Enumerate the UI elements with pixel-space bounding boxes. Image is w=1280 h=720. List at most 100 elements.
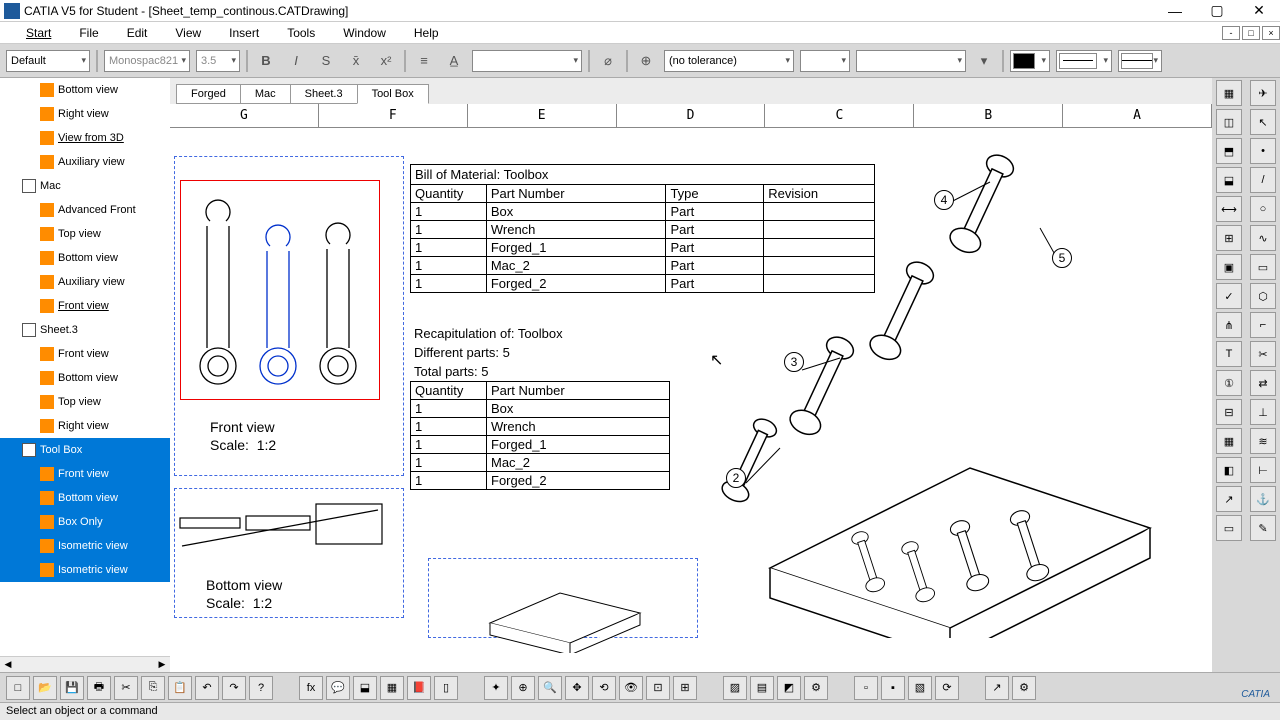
- overline-button[interactable]: x̄: [344, 49, 368, 73]
- drawing-canvas[interactable]: GFEDCBA: [170, 104, 1212, 672]
- close-button[interactable]: ✕: [1238, 0, 1280, 22]
- menu-edit[interactable]: Edit: [113, 24, 162, 42]
- tree-item[interactable]: Bottom view: [0, 246, 170, 270]
- sheet-ed-button[interactable]: ▧: [908, 676, 932, 700]
- option-button[interactable]: ⚙: [1012, 676, 1036, 700]
- redo-button[interactable]: ↷: [222, 676, 246, 700]
- menu-tools[interactable]: Tools: [273, 24, 329, 42]
- vt-table[interactable]: ⊟: [1216, 399, 1242, 425]
- vt-arrow[interactable]: ↗: [1216, 486, 1242, 512]
- tab-forged[interactable]: Forged: [176, 84, 241, 104]
- tab-toolbox[interactable]: Tool Box: [357, 84, 429, 104]
- vt-text[interactable]: T: [1216, 341, 1242, 367]
- symbol-button[interactable]: ⌀: [596, 49, 620, 73]
- menu-start[interactable]: Start: [12, 24, 65, 42]
- vt-rect[interactable]: ▭: [1250, 254, 1276, 280]
- vt-trim[interactable]: ✂: [1250, 341, 1276, 367]
- unit-button[interactable]: ▾: [972, 49, 996, 73]
- vt-project[interactable]: ⊥: [1250, 399, 1276, 425]
- vt-front[interactable]: ⬒: [1216, 138, 1242, 164]
- tree-item[interactable]: Box Only: [0, 510, 170, 534]
- paste-button[interactable]: 📋: [168, 676, 192, 700]
- vt-tol[interactable]: ⊞: [1216, 225, 1242, 251]
- sheet-bg-button[interactable]: ▪: [881, 676, 905, 700]
- vt-select[interactable]: ↖: [1250, 109, 1276, 135]
- menu-file[interactable]: File: [65, 24, 112, 42]
- vt-fly[interactable]: ✈: [1250, 80, 1276, 106]
- print-button[interactable]: 🖶: [87, 676, 111, 700]
- vt-area[interactable]: ◧: [1216, 457, 1242, 483]
- tree-item[interactable]: Isometric view: [0, 558, 170, 582]
- menu-view[interactable]: View: [161, 24, 215, 42]
- size-combo[interactable]: 3.5: [196, 50, 240, 72]
- bold-button[interactable]: B: [254, 49, 278, 73]
- rotate-button[interactable]: ⟲: [592, 676, 616, 700]
- spec-tree[interactable]: Bottom viewRight viewView from 3DAuxilia…: [0, 78, 170, 672]
- tree-item[interactable]: Tool Box: [0, 438, 170, 462]
- zoomin-button[interactable]: 🔍: [538, 676, 562, 700]
- vt-offset[interactable]: ≋: [1250, 428, 1276, 454]
- vt-rough[interactable]: ✓: [1216, 283, 1242, 309]
- anchor-button[interactable]: A̲: [442, 49, 466, 73]
- font-combo[interactable]: Monospac821: [104, 50, 190, 72]
- shade-button[interactable]: ▨: [723, 676, 747, 700]
- italic-button[interactable]: I: [284, 49, 308, 73]
- vt-weld[interactable]: ⋔: [1216, 312, 1242, 338]
- custom-button[interactable]: ⚙: [804, 676, 828, 700]
- strike-button[interactable]: S: [314, 49, 338, 73]
- tree-item[interactable]: Right view: [0, 414, 170, 438]
- vt-grid[interactable]: ▦: [1216, 428, 1242, 454]
- new-button[interactable]: □: [6, 676, 30, 700]
- vt-fix[interactable]: ⚓: [1250, 486, 1276, 512]
- vt-datum[interactable]: ▣: [1216, 254, 1242, 280]
- normal-button[interactable]: ⊡: [646, 676, 670, 700]
- cat2-button[interactable]: ▯: [434, 676, 458, 700]
- cut-button[interactable]: ✂: [114, 676, 138, 700]
- axis-button[interactable]: ✦: [484, 676, 508, 700]
- catalog-button[interactable]: 📕: [407, 676, 431, 700]
- mdi-close[interactable]: ×: [1262, 26, 1280, 40]
- tree-item[interactable]: Auxiliary view: [0, 150, 170, 174]
- tab-sheet3[interactable]: Sheet.3: [290, 84, 358, 104]
- tree-item[interactable]: Bottom view: [0, 366, 170, 390]
- fit-button[interactable]: ⊕: [511, 676, 535, 700]
- tree-item[interactable]: Auxiliary view: [0, 270, 170, 294]
- tree-item[interactable]: Advanced Front: [0, 198, 170, 222]
- wire-button[interactable]: ▤: [750, 676, 774, 700]
- law-button[interactable]: ⬓: [353, 676, 377, 700]
- vt-mirror[interactable]: ⇄: [1250, 370, 1276, 396]
- superscript-button[interactable]: x²: [374, 49, 398, 73]
- open-button[interactable]: 📂: [33, 676, 57, 700]
- vt-frame2[interactable]: ▭: [1216, 515, 1242, 541]
- tree-item[interactable]: Bottom view: [0, 486, 170, 510]
- tab-mac[interactable]: Mac: [240, 84, 291, 104]
- mdi-min[interactable]: -: [1222, 26, 1240, 40]
- maximize-button[interactable]: ▢: [1196, 0, 1238, 22]
- look-button[interactable]: 👁: [619, 676, 643, 700]
- color-combo[interactable]: [1010, 50, 1050, 72]
- vt-sheet[interactable]: ▦: [1216, 80, 1242, 106]
- vt-point[interactable]: •: [1250, 138, 1276, 164]
- tree-item[interactable]: Right view: [0, 102, 170, 126]
- vt-profile[interactable]: ⬡: [1250, 283, 1276, 309]
- vt-spline[interactable]: ∿: [1250, 225, 1276, 251]
- linetype-combo[interactable]: [1056, 50, 1112, 72]
- tree-item[interactable]: Mac: [0, 174, 170, 198]
- menu-window[interactable]: Window: [329, 24, 400, 42]
- fx-button[interactable]: fx: [299, 676, 323, 700]
- vt-corner[interactable]: ⌐: [1250, 312, 1276, 338]
- vt-line[interactable]: /: [1250, 167, 1276, 193]
- copy-button[interactable]: ⎘: [141, 676, 165, 700]
- knowledge-button[interactable]: ▦: [380, 676, 404, 700]
- hlr-button[interactable]: ◩: [777, 676, 801, 700]
- minimize-button[interactable]: —: [1154, 0, 1196, 22]
- tree-item[interactable]: Sheet.3: [0, 318, 170, 342]
- vt-unfold[interactable]: ⬓: [1216, 167, 1242, 193]
- vt-edit[interactable]: ✎: [1250, 515, 1276, 541]
- vt-circle[interactable]: ○: [1250, 196, 1276, 222]
- vt-constraint[interactable]: ⊢: [1250, 457, 1276, 483]
- update-button[interactable]: ⟳: [935, 676, 959, 700]
- frame-combo[interactable]: [472, 50, 582, 72]
- tolerance-combo[interactable]: (no tolerance): [664, 50, 794, 72]
- tree-item[interactable]: Top view: [0, 390, 170, 414]
